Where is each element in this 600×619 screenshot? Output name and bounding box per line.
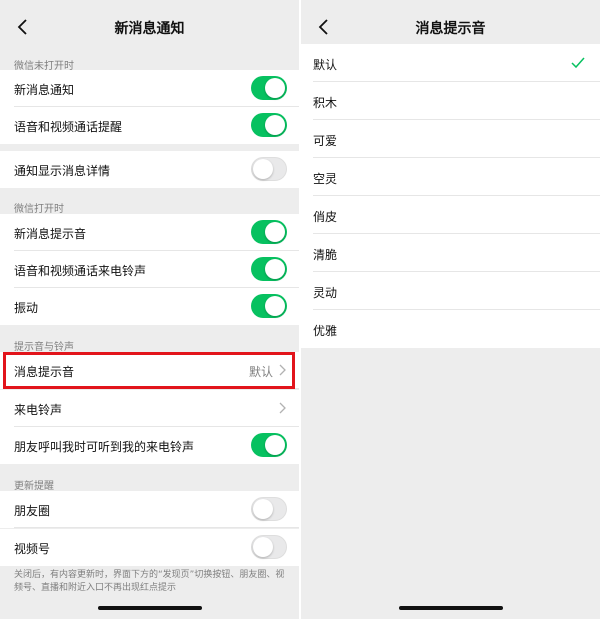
tone-option[interactable]: 俏皮 bbox=[301, 196, 600, 234]
tone-option-label: 俏皮 bbox=[313, 210, 338, 224]
tone-option-label: 默认 bbox=[313, 58, 338, 72]
tone-option[interactable]: 优雅 bbox=[301, 310, 600, 348]
tone-option[interactable]: 灵动 bbox=[301, 272, 600, 310]
tone-option[interactable]: 空灵 bbox=[301, 158, 600, 196]
toggle-vibration[interactable] bbox=[251, 294, 287, 318]
row-ringtone[interactable]: 来电铃声 bbox=[0, 390, 299, 427]
row-label: 朋友呼叫我时可听到我的来电铃声 bbox=[14, 440, 195, 454]
row-new-message-notification: 新消息通知 bbox=[0, 70, 299, 107]
toggle-show-message-details[interactable] bbox=[251, 157, 287, 181]
tone-option[interactable]: 积木 bbox=[301, 82, 600, 120]
tone-option-label: 优雅 bbox=[313, 324, 338, 338]
row-call-ringtone: 语音和视频通话来电铃声 bbox=[0, 251, 299, 288]
row-label: 新消息通知 bbox=[14, 83, 75, 97]
tone-option[interactable]: 清脆 bbox=[301, 234, 600, 272]
chevron-right-icon bbox=[279, 402, 286, 414]
row-label: 视频号 bbox=[14, 542, 51, 556]
tone-option-label: 积木 bbox=[313, 96, 338, 110]
highlight-box bbox=[3, 352, 295, 389]
page-title: 消息提示音 bbox=[415, 21, 486, 37]
section-header-tones: 提示音与铃声 bbox=[14, 342, 74, 353]
footnote: 关闭后，有内容更新时，界面下方的“发现页”切换按钮、朋友圈、视频号、直播和附近入… bbox=[14, 570, 285, 593]
section-header-updates: 更新提醒 bbox=[14, 481, 54, 492]
toggle-new-message-notification[interactable] bbox=[251, 76, 287, 100]
row-label: 新消息提示音 bbox=[14, 227, 87, 241]
row-label: 朋友圈 bbox=[14, 504, 51, 518]
home-indicator bbox=[97, 606, 202, 610]
row-friend-ringtone: 朋友呼叫我时可听到我的来电铃声 bbox=[0, 427, 299, 464]
row-moments: 朋友圈 bbox=[0, 491, 299, 528]
row-label: 语音和视频通话来电铃声 bbox=[14, 264, 147, 278]
section-header-app-open: 微信打开时 bbox=[14, 204, 64, 215]
row-label: 通知显示消息详情 bbox=[14, 164, 111, 178]
toggle-friend-ringtone[interactable] bbox=[251, 433, 287, 457]
toggle-channels[interactable] bbox=[251, 535, 287, 559]
row-label: 振动 bbox=[14, 301, 39, 315]
row-label: 语音和视频通话提醒 bbox=[14, 120, 123, 134]
tone-option[interactable]: 默认 bbox=[301, 44, 600, 82]
row-vibration: 振动 bbox=[0, 288, 299, 325]
checkmark-icon bbox=[571, 57, 585, 69]
toggle-call-reminder[interactable] bbox=[251, 113, 287, 137]
row-show-message-details: 通知显示消息详情 bbox=[0, 151, 299, 188]
row-new-message-tone: 新消息提示音 bbox=[0, 214, 299, 251]
page-title: 新消息通知 bbox=[114, 21, 185, 37]
row-call-reminder: 语音和视频通话提醒 bbox=[0, 107, 299, 144]
row-channels: 视频号 bbox=[0, 529, 299, 566]
toggle-call-ringtone[interactable] bbox=[251, 257, 287, 281]
tone-option-label: 可爱 bbox=[313, 134, 338, 148]
tone-option[interactable]: 可爱 bbox=[301, 120, 600, 158]
message-tone-screen: 消息提示音 默认 积木 可爱 空灵 俏皮 清脆 灵动 优雅 bbox=[301, 0, 600, 619]
tone-option-label: 清脆 bbox=[313, 248, 338, 262]
home-indicator bbox=[398, 606, 503, 610]
tone-option-label: 空灵 bbox=[313, 172, 338, 186]
notification-settings-screen: 新消息通知 微信未打开时 新消息通知 语音和视频通话提醒 通知显示消息详情 微信… bbox=[0, 0, 299, 619]
tone-option-label: 灵动 bbox=[313, 286, 338, 300]
toggle-moments[interactable] bbox=[251, 497, 287, 521]
nav-bar: 新消息通知 bbox=[0, 0, 299, 54]
toggle-new-message-tone[interactable] bbox=[251, 220, 287, 244]
row-label: 来电铃声 bbox=[14, 403, 63, 417]
